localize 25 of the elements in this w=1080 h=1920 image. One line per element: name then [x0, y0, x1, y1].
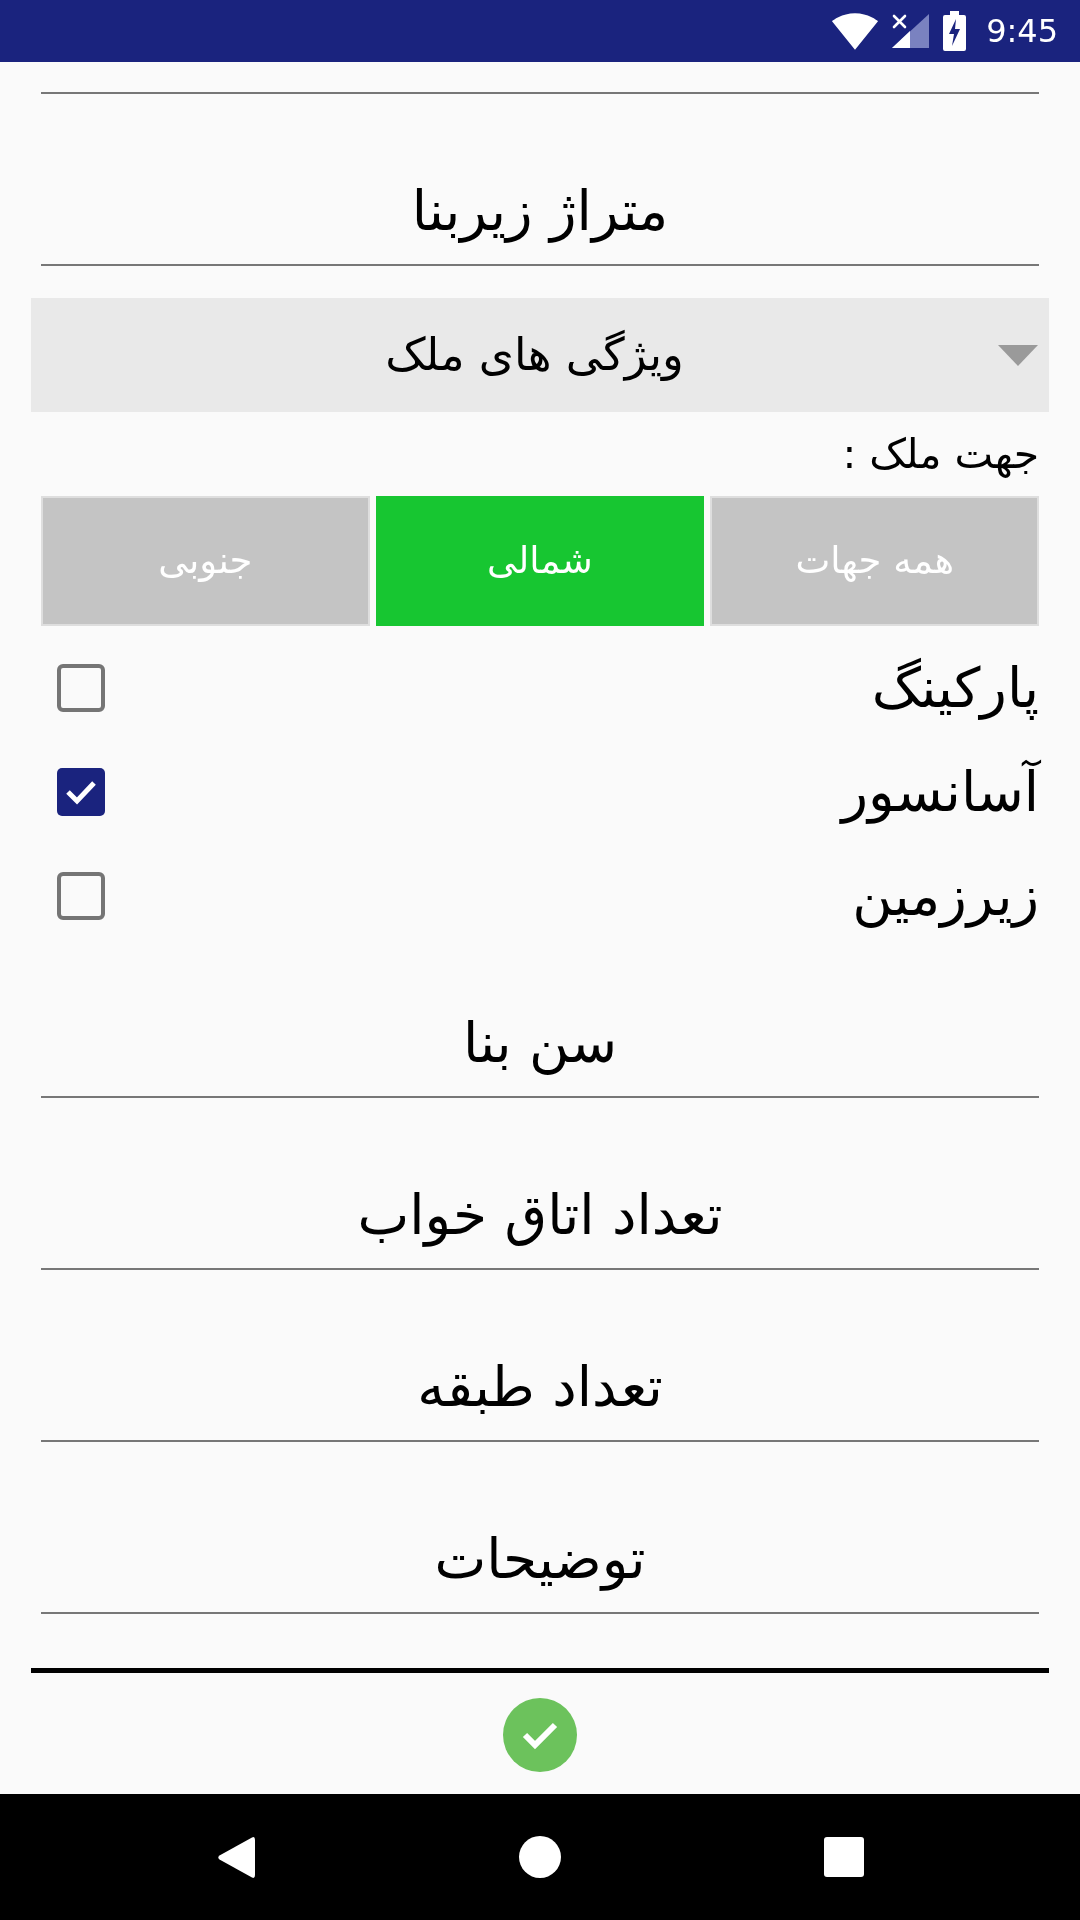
- direction-tab[interactable]: همه جهات: [710, 496, 1039, 626]
- dropdown-caret-icon: [998, 344, 1038, 366]
- direction-tab[interactable]: شمالی: [375, 496, 705, 626]
- input-field[interactable]: تعداد طبقه: [41, 1334, 1039, 1442]
- back-icon[interactable]: [216, 1835, 255, 1879]
- checkbox[interactable]: [57, 872, 105, 920]
- checkbox[interactable]: [57, 664, 105, 712]
- checkbox[interactable]: [57, 768, 105, 816]
- input-field[interactable]: سن بنا: [41, 990, 1039, 1098]
- checkbox-label: پارکینگ: [871, 655, 1039, 721]
- direction-tab[interactable]: جنوبی: [41, 496, 370, 626]
- status-time: 9:45: [986, 15, 1058, 47]
- cellular-signal-icon: [892, 14, 930, 48]
- battery-charging-icon: [943, 11, 967, 51]
- input-field[interactable]: متراژ زیربنا: [41, 158, 1039, 266]
- dropdown[interactable]: ویژگی های ملک: [31, 298, 1049, 412]
- recents-icon[interactable]: [823, 1837, 864, 1877]
- home-icon[interactable]: [518, 1836, 561, 1878]
- input-field[interactable]: تعداد اتاق خواب: [41, 1162, 1039, 1270]
- checkbox-label: آسانسور: [841, 759, 1039, 825]
- field-label: جهت ملک :: [841, 429, 1039, 480]
- wifi-icon: [832, 12, 879, 50]
- checkbox-label: زیرزمین: [852, 863, 1039, 929]
- input-field[interactable]: توضیحات: [41, 1506, 1039, 1614]
- check-circle-icon: [503, 1698, 577, 1772]
